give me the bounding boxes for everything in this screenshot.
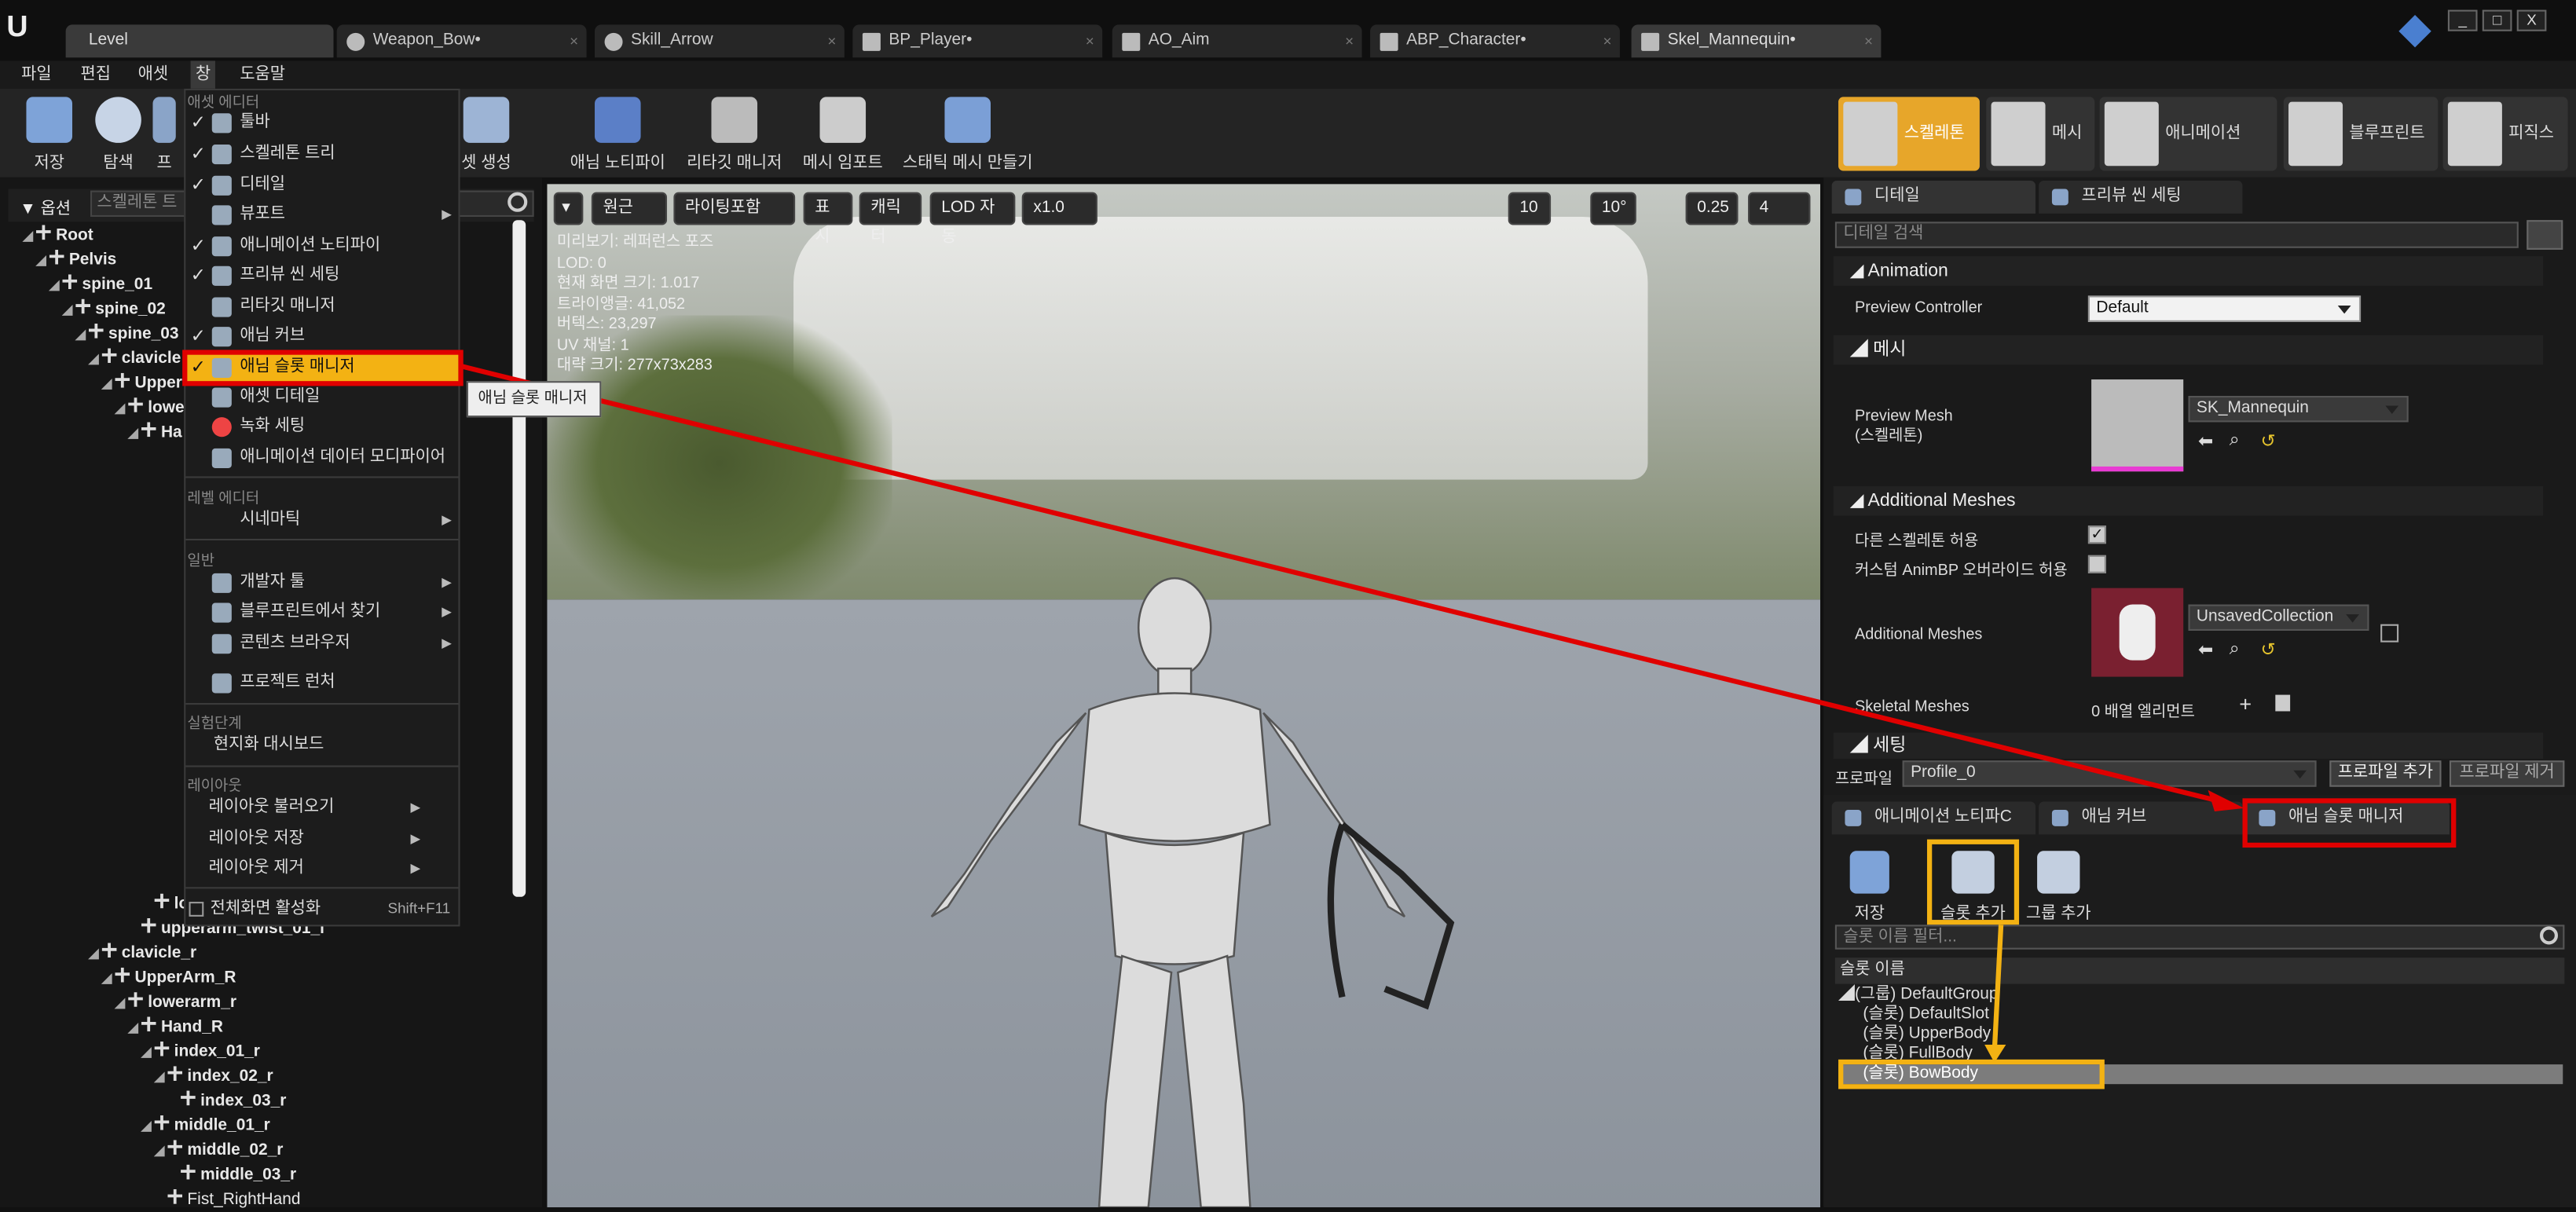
menu-section-header: 실험단계 (187, 714, 242, 731)
submenu-arrow-icon: ▶ (410, 831, 421, 846)
menu-item-content-browser[interactable]: 콘텐츠 브라우저 ▶ (185, 629, 458, 659)
menu-item-record-settings[interactable]: 녹화 세팅 (185, 412, 458, 442)
check-icon: ✓ (190, 327, 206, 347)
menu-item-anim-data-modifier[interactable]: 애니메이션 데이터 모디파이어 (185, 444, 458, 474)
yellow-arrow (1992, 925, 2004, 1052)
submenu-arrow-icon: ▶ (442, 574, 453, 590)
menu-separator (185, 765, 459, 767)
asset-details-icon (211, 387, 232, 408)
menu-item-toolbar[interactable]: ✓ 툴바 (185, 108, 458, 138)
menu-label: 콘텐츠 브라우저 (240, 634, 350, 653)
menu-section-header: 레벨 에디터 (187, 489, 260, 507)
menu-separator (185, 476, 459, 478)
check-icon: ✓ (190, 113, 206, 134)
menu-item-viewport[interactable]: 뷰포트 ▶ (185, 200, 458, 230)
check-icon: ✓ (190, 236, 206, 257)
viewport-icon (211, 205, 232, 225)
menu-separator (185, 887, 459, 889)
retarget-icon (211, 297, 232, 317)
menu-label: 디테일 (240, 175, 286, 194)
menu-label: 리타깃 매니저 (240, 297, 335, 316)
menu-item-anim-notify[interactable]: ✓ 애니메이션 노티파이 (185, 232, 458, 262)
menu-item-anim-curve[interactable]: ✓ 애님 커브 (185, 322, 458, 352)
developer-tools-icon (211, 573, 232, 593)
menu-label: 레이아웃 저장 (208, 829, 304, 848)
submenu-arrow-icon: ▶ (442, 635, 453, 651)
menu-item-project-launcher[interactable]: 프로젝트 런처 (185, 668, 458, 698)
submenu-arrow-icon: ▶ (410, 860, 421, 876)
menu-label: 시네마틱 (240, 511, 301, 529)
menu-item-retarget[interactable]: 리타깃 매니저 (185, 292, 458, 322)
menu-label: 애셋 디테일 (240, 387, 321, 406)
menu-label: 애님 커브 (240, 327, 306, 346)
menu-item-cinematic[interactable]: 시네마틱 ▶ (185, 506, 458, 536)
menu-item-load-layout[interactable]: 레이아웃 불러오기 ▶ (155, 793, 427, 823)
curve-icon (211, 327, 232, 347)
menu-item-find-in-blueprint[interactable]: 블루프린트에서 찾기 ▶ (185, 598, 458, 628)
menu-label: 프리뷰 씬 세팅 (240, 265, 340, 284)
menu-separator (185, 703, 459, 705)
check-icon: ✓ (190, 175, 206, 196)
menu-item-developer-tools[interactable]: 개발자 툴 ▶ (185, 569, 458, 599)
highlight-slot-menu (182, 350, 464, 386)
menu-separator (185, 538, 459, 541)
menu-label: 애니메이션 노티파이 (240, 236, 381, 255)
check-icon: ✓ (190, 265, 206, 286)
menu-label: 레이아웃 불러오기 (208, 798, 335, 817)
details-icon (211, 175, 232, 196)
submenu-arrow-icon: ▶ (442, 604, 453, 620)
menu-item-localization[interactable]: 현지화 대시보드 (159, 731, 432, 761)
modifier-icon (211, 448, 232, 468)
toolbar-icon (211, 113, 232, 134)
submenu-arrow-icon: ▶ (442, 207, 453, 222)
menu-label: 레이아웃 제거 (208, 859, 304, 877)
tooltip-text: 애님 슬롯 매니저 (478, 389, 588, 408)
menu-item-details[interactable]: ✓ 디테일 (185, 170, 458, 200)
content-browser-icon (211, 634, 232, 654)
menu-label: 스켈레톤 트리 (240, 145, 335, 163)
menu-section-header: 레이아웃 (187, 777, 242, 794)
menu-label: 애니메이션 데이터 모디파이어 (240, 448, 446, 467)
menu-label: 개발자 툴 (240, 573, 306, 591)
yellow-arrowhead (1984, 1045, 2006, 1064)
red-arrowhead (2208, 789, 2244, 812)
notify-icon (211, 236, 232, 257)
menu-label: 블루프린트에서 찾기 (240, 602, 381, 621)
menu-section-header: 일반 (187, 551, 215, 569)
menu-label: 프로젝트 런처 (240, 673, 335, 692)
submenu-arrow-icon: ▶ (410, 800, 421, 815)
menu-label: 뷰포트 (240, 205, 286, 224)
submenu-arrow-icon: ▶ (442, 512, 453, 528)
menu-label: 전체화면 활성화 (210, 899, 321, 918)
red-arrow (460, 364, 2222, 804)
record-icon (211, 417, 232, 438)
menu-label: 녹화 세팅 (240, 417, 306, 436)
menu-label: 현지화 대시보드 (213, 735, 324, 754)
menu-item-save-layout[interactable]: 레이아웃 저장 ▶ (155, 825, 427, 855)
menu-tooltip: 애님 슬롯 매니저 (466, 381, 602, 418)
menu-item-asset-details[interactable]: 애셋 디테일 (185, 383, 458, 412)
menu-item-preview-scene[interactable]: ✓ 프리뷰 씬 세팅 (185, 262, 458, 291)
check-icon: ✓ (190, 145, 206, 165)
menu-label: 툴바 (240, 113, 270, 132)
shortcut-label: Shift+F11 (387, 899, 451, 917)
menu-item-remove-layout[interactable]: 레이아웃 제거 ▶ (155, 854, 427, 884)
preview-icon (211, 265, 232, 286)
menu-item-skeleton-tree[interactable]: ✓ 스켈레톤 트리 (185, 140, 458, 170)
launcher-icon (211, 673, 232, 694)
skeleton-tree-icon (211, 145, 232, 165)
find-icon (211, 602, 232, 623)
